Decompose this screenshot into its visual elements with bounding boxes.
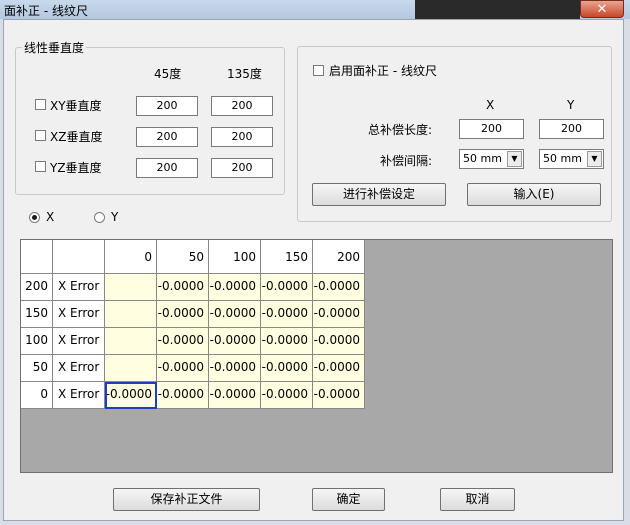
xy-perp-checkbox[interactable] — [35, 99, 46, 110]
grid-cell[interactable]: -0.0000 — [261, 301, 313, 328]
chevron-down-icon[interactable]: ▼ — [587, 151, 602, 167]
grid-cell[interactable]: -0.0000 — [157, 355, 209, 382]
grid-corner — [53, 240, 105, 274]
xy-perp-label: XY垂直度 — [50, 99, 102, 113]
total-length-x-input[interactable]: 200 — [459, 119, 524, 139]
interval-x-select[interactable]: 50 mm ▼ — [459, 149, 524, 169]
total-length-label: 总补偿长度: — [368, 123, 433, 137]
save-compensation-file-button[interactable]: 保存补正文件 — [113, 488, 260, 511]
col-45-label: 45度 — [154, 67, 182, 81]
grid-row-label: X Error — [53, 274, 105, 301]
grid-row-position: 0 — [21, 382, 53, 409]
xz-45-input[interactable]: 200 — [136, 127, 198, 147]
grid-cell[interactable]: -0.0000 — [157, 328, 209, 355]
col-135-label: 135度 — [227, 67, 262, 81]
grid-cell[interactable]: -0.0000 — [261, 355, 313, 382]
grid-cell[interactable] — [105, 301, 157, 328]
grid-cell[interactable]: -0.0000 — [157, 274, 209, 301]
grid-cell[interactable]: -0.0000 — [261, 382, 313, 409]
xy-45-input[interactable]: 200 — [136, 96, 198, 116]
yz-perp-label: YZ垂直度 — [50, 161, 102, 175]
grid-cell[interactable]: -0.0000 — [209, 301, 261, 328]
grid-row-position: 150 — [21, 301, 53, 328]
grid-row-label: X Error — [53, 328, 105, 355]
grid-cell[interactable]: -0.0000 — [313, 328, 365, 355]
grid-cell[interactable]: -0.0000 — [261, 274, 313, 301]
grid-cell[interactable] — [105, 355, 157, 382]
grid-cell[interactable]: -0.0000 — [105, 382, 157, 409]
grid-cell[interactable] — [105, 328, 157, 355]
grid-cell[interactable]: -0.0000 — [313, 355, 365, 382]
title-bar[interactable]: 面补正 - 线纹尺 ✕ — [0, 0, 630, 19]
title-bar-background — [415, 0, 580, 19]
grid-row-position: 100 — [21, 328, 53, 355]
close-button[interactable]: ✕ — [580, 0, 624, 18]
total-length-y-input[interactable]: 200 — [539, 119, 604, 139]
grid-row-label: X Error — [53, 382, 105, 409]
axis-y-radio[interactable] — [94, 212, 105, 223]
grid-row-label: X Error — [53, 301, 105, 328]
interval-label: 补偿间隔: — [380, 154, 433, 168]
interval-x-value: 50 mm — [463, 152, 502, 165]
grid-cell[interactable]: -0.0000 — [313, 382, 365, 409]
grid-row-position: 50 — [21, 355, 53, 382]
interval-y-select[interactable]: 50 mm ▼ — [539, 149, 604, 169]
grid-col-header: 0 — [105, 240, 157, 274]
axis-x-label: X — [46, 210, 55, 224]
axis-x-radio[interactable] — [29, 212, 40, 223]
axis-y-label: Y — [111, 210, 119, 224]
col-y-label: Y — [567, 98, 575, 112]
grid-row-label: X Error — [53, 355, 105, 382]
grid-col-header: 100 — [209, 240, 261, 274]
cancel-button[interactable]: 取消 — [440, 488, 515, 511]
grid-cell[interactable] — [105, 274, 157, 301]
xz-135-input[interactable]: 200 — [211, 127, 273, 147]
grid-cell[interactable]: -0.0000 — [261, 328, 313, 355]
grid-row-position: 200 — [21, 274, 53, 301]
yz-135-input[interactable]: 200 — [211, 158, 273, 178]
yz-perp-checkbox[interactable] — [35, 161, 46, 172]
xz-perp-checkbox[interactable] — [35, 130, 46, 141]
xz-perp-label: XZ垂直度 — [50, 130, 103, 144]
grid-cell[interactable]: -0.0000 — [209, 355, 261, 382]
grid-cell[interactable]: -0.0000 — [313, 301, 365, 328]
interval-y-value: 50 mm — [543, 152, 582, 165]
compensation-setup-button[interactable]: 进行补偿设定 — [312, 183, 446, 206]
grid-cell[interactable]: -0.0000 — [209, 382, 261, 409]
perpendicularity-legend: 线性垂直度 — [22, 39, 87, 56]
enable-area-comp-checkbox[interactable] — [313, 65, 324, 76]
compensation-grid[interactable]: 0 50 100 150 200 200 X Error -0.0000 -0.0000 -0.0… — [20, 239, 613, 473]
grid-cell[interactable]: -0.0000 — [209, 274, 261, 301]
xy-135-input[interactable]: 200 — [211, 96, 273, 116]
grid-cell[interactable]: -0.0000 — [209, 328, 261, 355]
dialog-client: 线性垂直度 45度 135度 XY垂直度 200 200 XZ垂直度 200 2… — [3, 19, 624, 521]
yz-45-input[interactable]: 200 — [136, 158, 198, 178]
col-x-label: X — [486, 98, 495, 112]
grid-col-header: 50 — [157, 240, 209, 274]
chevron-down-icon[interactable]: ▼ — [507, 151, 522, 167]
window-title: 面补正 - 线纹尺 — [4, 4, 88, 18]
grid-col-header: 200 — [313, 240, 365, 274]
input-button[interactable]: 输入(E) — [467, 183, 601, 206]
grid-corner — [21, 240, 53, 274]
grid-col-header: 150 — [261, 240, 313, 274]
grid-cell[interactable]: -0.0000 — [313, 274, 365, 301]
grid-cell[interactable]: -0.0000 — [157, 301, 209, 328]
grid-cell[interactable]: -0.0000 — [157, 382, 209, 409]
enable-area-comp-label: 启用面补正 - 线纹尺 — [329, 64, 437, 78]
ok-button[interactable]: 确定 — [312, 488, 385, 511]
